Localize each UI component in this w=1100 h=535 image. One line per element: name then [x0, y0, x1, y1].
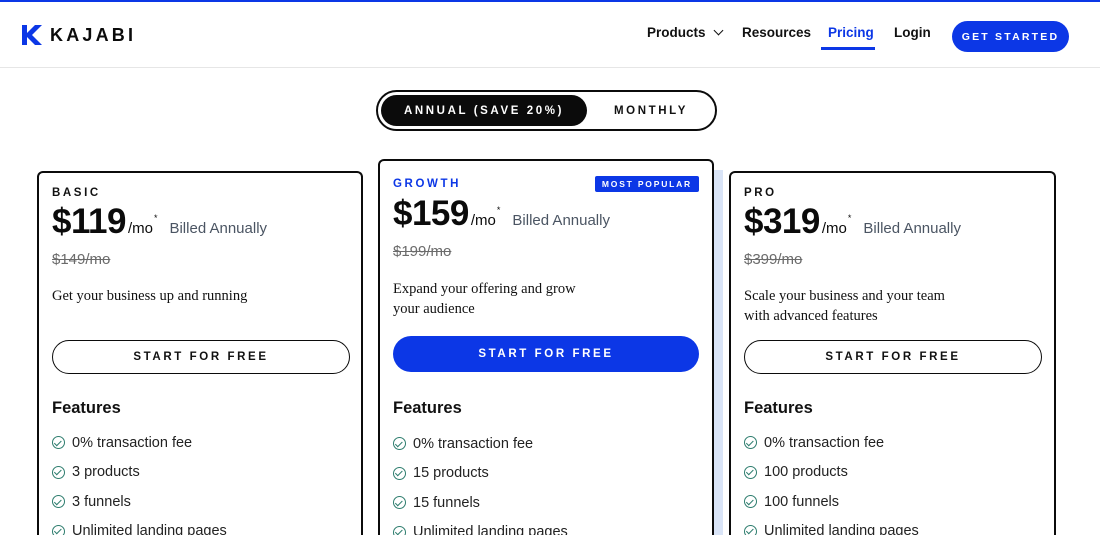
check-circle-icon — [393, 466, 406, 480]
nav-item-resources[interactable]: Resources — [742, 25, 811, 40]
feature-item: Unlimited landing pages — [52, 517, 227, 535]
feature-item: 100 funnels — [744, 487, 919, 517]
site-header: KAJABI Products Resources Pricing Login … — [0, 2, 1100, 68]
plan-description: Scale your business and your team with a… — [744, 288, 945, 324]
kajabi-logo[interactable]: KAJABI — [22, 24, 136, 46]
billing-toggle: ANNUAL (SAVE 20%) MONTHLY — [376, 90, 717, 131]
plan-card-pro: PRO $319 /mo * Billed Annually $399/mo S… — [729, 171, 1056, 535]
start-for-free-button[interactable]: START FOR FREE — [52, 340, 350, 374]
old-price: $399/mo — [744, 251, 803, 268]
feature-label: Unlimited landing pages — [764, 523, 919, 535]
nav-item-products[interactable]: Products — [647, 25, 723, 40]
check-circle-icon — [393, 437, 406, 451]
plan-description: Get your business up and running — [52, 288, 248, 304]
plan-description: Expand your offering and grow your audie… — [393, 281, 576, 317]
check-circle-icon — [744, 436, 757, 450]
feature-label: Unlimited landing pages — [72, 523, 227, 535]
check-circle-icon — [52, 465, 65, 479]
feature-label: 3 products — [72, 464, 140, 481]
check-circle-icon — [744, 495, 757, 509]
check-circle-icon — [744, 524, 757, 535]
feature-item: 0% transaction fee — [52, 428, 227, 458]
feature-label: 0% transaction fee — [72, 434, 193, 451]
check-circle-icon — [393, 496, 406, 510]
check-circle-icon — [52, 524, 65, 535]
price-period: /mo — [821, 220, 847, 237]
card-shadow — [714, 170, 723, 535]
plan-price: $159 — [393, 194, 469, 233]
kajabi-logo-icon — [22, 25, 42, 45]
feature-label: 100 products — [764, 464, 848, 481]
price-period: /mo — [127, 220, 153, 237]
features-list: 0% transaction fee 15 products 15 funnel… — [393, 429, 568, 535]
features-list: 0% transaction fee 100 products 100 funn… — [744, 428, 919, 535]
price-period: /mo — [470, 212, 496, 229]
check-circle-icon — [393, 525, 406, 535]
billing-note: Billed Annually — [169, 220, 268, 237]
old-price: $149/mo — [52, 251, 111, 268]
chevron-down-icon — [713, 25, 723, 36]
plan-tier: PRO — [744, 187, 777, 199]
nav-item-label: Products — [647, 25, 706, 40]
feature-item: Unlimited landing pages — [744, 517, 919, 535]
price-asterisk: * — [153, 213, 158, 223]
price-asterisk: * — [496, 205, 501, 215]
billing-note: Billed Annually — [863, 220, 961, 237]
features-heading: Features — [52, 399, 121, 417]
feature-label: 0% transaction fee — [413, 435, 534, 452]
annual-option[interactable]: ANNUAL (SAVE 20%) — [381, 95, 587, 126]
plan-card-basic: BASIC $119 /mo * Billed Annually $149/mo… — [37, 171, 363, 535]
start-for-free-button[interactable]: START FOR FREE — [393, 336, 699, 372]
get-started-button[interactable]: GET STARTED — [952, 21, 1069, 52]
old-price: $199/mo — [393, 243, 452, 260]
feature-item: 3 products — [52, 458, 227, 488]
price-row: $319 /mo * Billed Annually — [744, 202, 961, 242]
feature-item: Unlimited landing pages — [393, 518, 568, 535]
check-circle-icon — [744, 465, 757, 479]
feature-label: 0% transaction fee — [764, 434, 885, 451]
plan-price: $319 — [744, 202, 820, 241]
feature-label: 15 products — [413, 465, 489, 482]
feature-item: 15 products — [393, 459, 568, 489]
billing-note: Billed Annually — [512, 212, 610, 229]
price-row: $159 /mo * Billed Annually — [393, 194, 610, 234]
feature-label: 3 funnels — [72, 493, 131, 510]
feature-item: 0% transaction fee — [393, 429, 568, 459]
feature-item: 0% transaction fee — [744, 428, 919, 458]
feature-label: 100 funnels — [764, 493, 839, 510]
features-list: 0% transaction fee 3 products 3 funnels … — [52, 428, 227, 535]
feature-label: Unlimited landing pages — [413, 524, 568, 535]
plan-tier: BASIC — [52, 187, 101, 199]
check-circle-icon — [52, 436, 65, 450]
nav-item-pricing[interactable]: Pricing — [828, 25, 874, 40]
features-heading: Features — [393, 399, 462, 417]
feature-item: 3 funnels — [52, 487, 227, 517]
nav-item-login[interactable]: Login — [894, 25, 931, 40]
active-nav-indicator — [821, 47, 875, 50]
features-heading: Features — [744, 399, 813, 417]
plan-card-growth: GROWTH MOST POPULAR $159 /mo * Billed An… — [378, 159, 714, 535]
most-popular-badge: MOST POPULAR — [594, 176, 699, 192]
feature-item: 15 funnels — [393, 488, 568, 518]
plan-tier: GROWTH — [393, 178, 461, 190]
feature-item: 100 products — [744, 458, 919, 488]
check-circle-icon — [52, 495, 65, 509]
feature-label: 15 funnels — [413, 494, 480, 511]
plan-price: $119 — [52, 202, 126, 241]
price-asterisk: * — [847, 213, 852, 223]
brand-name: KAJABI — [50, 24, 137, 45]
monthly-option[interactable]: MONTHLY — [589, 95, 713, 126]
start-for-free-button[interactable]: START FOR FREE — [744, 340, 1042, 374]
price-row: $119 /mo * Billed Annually — [52, 202, 267, 242]
